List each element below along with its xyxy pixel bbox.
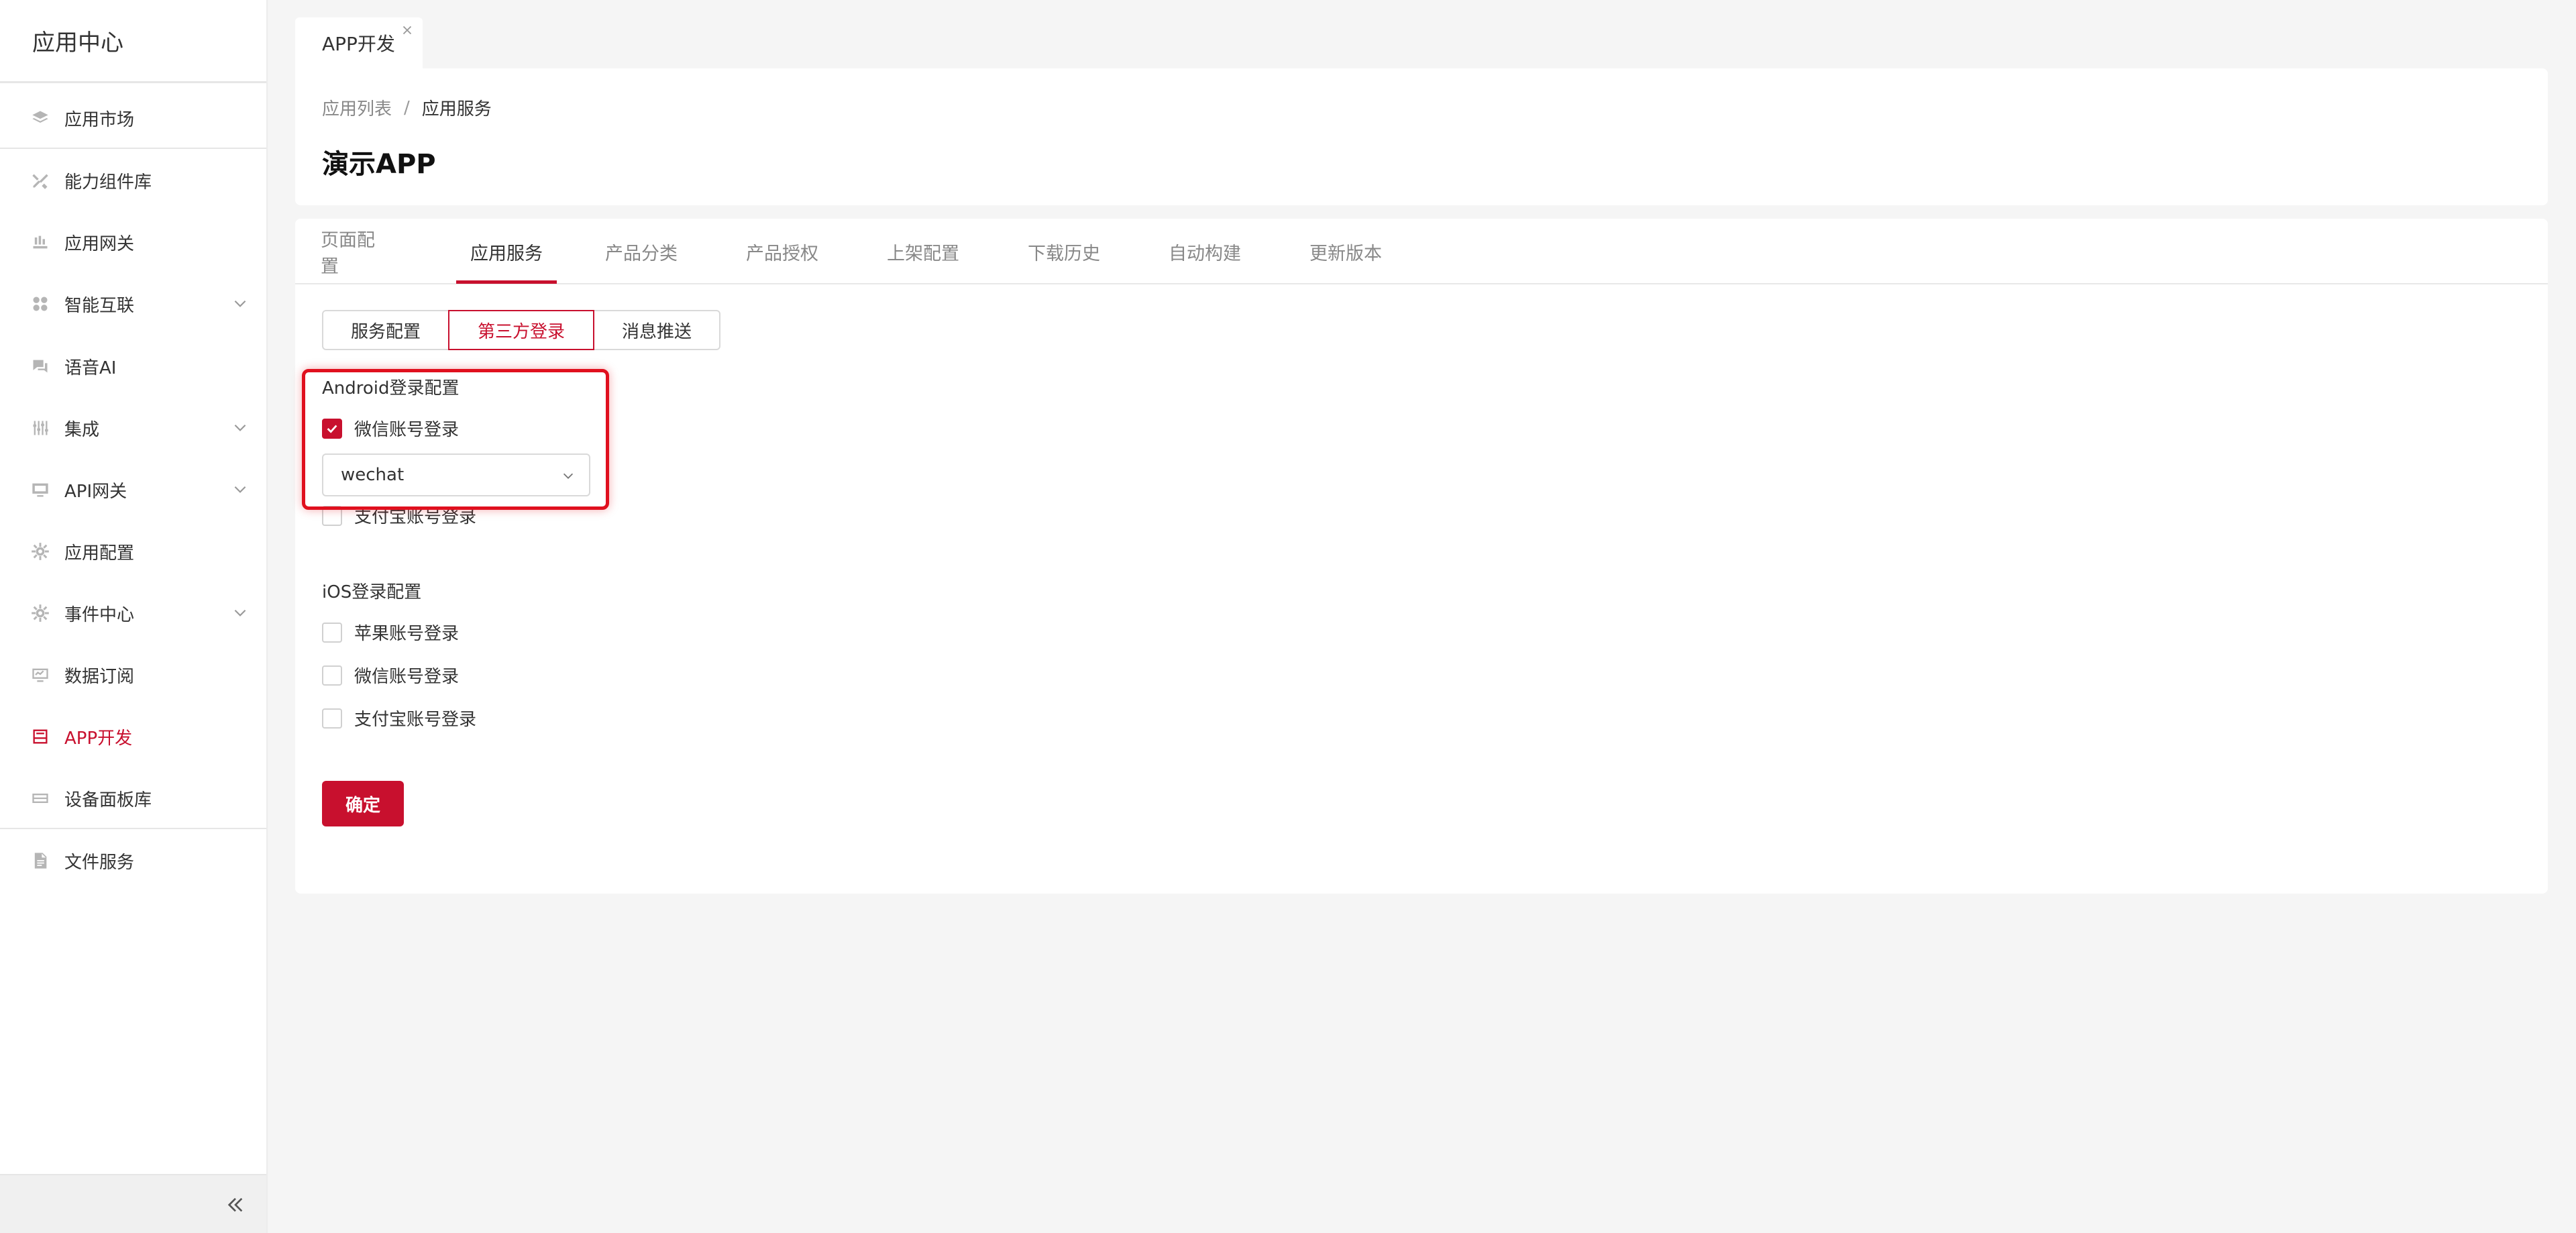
sidebar-title: 应用中心 [0,0,266,83]
header-card: 应用列表 / 应用服务 演示APP [295,68,2548,205]
tab-auto-build[interactable]: 自动构建 [1166,219,1244,284]
app-icon [31,727,50,746]
content-card: 页面配置 应用服务 产品分类 产品授权 上架配置 下载历史 自动构建 更新版本 … [295,219,2548,894]
ios-alipay-checkbox[interactable] [322,708,342,729]
segment-control: 服务配置 第三方登录 消息推送 [322,310,720,350]
sidebar-item-label: API网关 [64,481,127,502]
chevron-down-icon [234,486,246,493]
chevron-down-icon [234,609,246,616]
sliders-icon [31,419,50,437]
sidebar-item-voice-ai[interactable]: 语音AI [0,335,266,397]
ios-wechat-checkbox[interactable] [322,665,342,686]
sidebar-item-label: 应用市场 [64,109,135,130]
sidebar-item-label: 事件中心 [64,604,135,625]
tab-page-config[interactable]: 页面配置 [321,219,386,284]
ios-wechat-label: 微信账号登录 [354,667,460,687]
sidebar-item-integration[interactable]: 集成 [0,397,266,459]
sidebar-item-event-center[interactable]: 事件中心 [0,582,266,644]
sidebar-item-smart-connect[interactable]: 智能互联 [0,273,266,335]
sidebar-item-label: 应用网关 [64,233,135,254]
page-tab-app-dev[interactable]: APP开发 [295,17,423,68]
android-wechat-option[interactable]: 微信账号登录 [322,416,459,441]
tab-update-version[interactable]: 更新版本 [1307,219,1385,284]
breadcrumb: 应用列表 / 应用服务 [322,95,492,120]
sidebar-item-file-service[interactable]: 文件服务 [0,830,266,892]
sidebar-item-label: 文件服务 [64,852,135,873]
android-wechat-label: 微信账号登录 [354,420,460,440]
sidebar-footer [0,1174,266,1233]
sidebar: 应用中心 应用市场 能力组件库 应用网关 智能互联 语音AI 集成 API网关 … [0,0,268,1233]
tab-product-auth[interactable]: 产品授权 [743,219,821,284]
sidebar-item-data-subscription[interactable]: 数据订阅 [0,644,266,706]
divider [0,148,266,149]
sidebar-item-label: 语音AI [64,358,117,378]
sidebar-item-app-config[interactable]: 应用配置 [0,521,266,582]
android-wechat-select[interactable]: wechat [322,453,590,496]
divider [0,828,266,829]
tab-download-history[interactable]: 下载历史 [1025,219,1103,284]
ios-alipay-option[interactable]: 支付宝账号登录 [322,706,476,731]
ios-apple-label: 苹果账号登录 [354,624,460,644]
gateway-icon [31,233,50,252]
sidebar-item-device-panel[interactable]: 设备面板库 [0,767,266,829]
select-value: wechat [341,465,405,485]
android-alipay-checkbox[interactable] [322,505,342,526]
file-icon [31,851,50,870]
tab-listing-config[interactable]: 上架配置 [884,219,962,284]
chat-icon [31,357,50,376]
tools-icon [31,171,50,190]
panel-icon [31,789,50,808]
check-icon [327,424,337,433]
gear-icon [31,604,50,623]
sidebar-item-api-gateway[interactable]: API网关 [0,459,266,521]
layers-icon [31,109,50,127]
ios-alipay-label: 支付宝账号登录 [354,710,477,730]
sidebar-item-label: 智能互联 [64,295,135,316]
sidebar-item-app-dev[interactable]: APP开发 [0,706,266,767]
collapse-sidebar-icon[interactable] [225,1194,246,1216]
tab-bar: 页面配置 应用服务 产品分类 产品授权 上架配置 下载历史 自动构建 更新版本 [295,219,2548,284]
chevron-down-icon [234,300,246,307]
sidebar-item-label: 数据订阅 [64,666,135,687]
tab-product-category[interactable]: 产品分类 [602,219,680,284]
page-tab-label: APP开发 [322,33,395,55]
tab-active-indicator [456,280,557,284]
sidebar-item-app-market[interactable]: 应用市场 [0,87,266,149]
breadcrumb-separator: / [404,97,410,118]
sidebar-item-app-gateway[interactable]: 应用网关 [0,211,266,273]
sidebar-item-label: 应用配置 [64,543,135,564]
ios-apple-option[interactable]: 苹果账号登录 [322,620,459,645]
gear-icon [31,542,50,561]
segment-message-push[interactable]: 消息推送 [593,310,720,350]
android-alipay-option[interactable]: 支付宝账号登录 [322,503,476,528]
chevron-down-icon [234,424,246,431]
sidebar-item-label: 设备面板库 [64,790,152,810]
segment-third-party-login[interactable]: 第三方登录 [448,310,594,350]
monitor-icon [31,480,50,499]
sidebar-item-component-library[interactable]: 能力组件库 [0,150,266,211]
sidebar-item-label: APP开发 [64,728,133,749]
tab-app-service[interactable]: 应用服务 [456,219,557,284]
android-login-label: Android登录配置 [322,378,460,398]
android-alipay-label: 支付宝账号登录 [354,507,477,527]
close-icon[interactable] [400,23,415,38]
segment-service-config[interactable]: 服务配置 [322,310,449,350]
grid-icon [31,294,50,313]
sidebar-item-label: 集成 [64,419,100,440]
sidebar-item-label: 能力组件库 [64,172,152,193]
chevron-down-icon [563,473,574,479]
breadcrumb-current: 应用服务 [421,99,492,119]
confirm-button[interactable]: 确定 [322,781,404,826]
ios-login-label: iOS登录配置 [322,582,422,602]
android-wechat-checkbox[interactable] [322,418,342,439]
ios-wechat-option[interactable]: 微信账号登录 [322,663,459,688]
breadcrumb-app-list[interactable]: 应用列表 [322,95,392,120]
ios-apple-checkbox[interactable] [322,622,342,643]
page-title: 演示APP [322,149,436,180]
screen-icon [31,665,50,684]
